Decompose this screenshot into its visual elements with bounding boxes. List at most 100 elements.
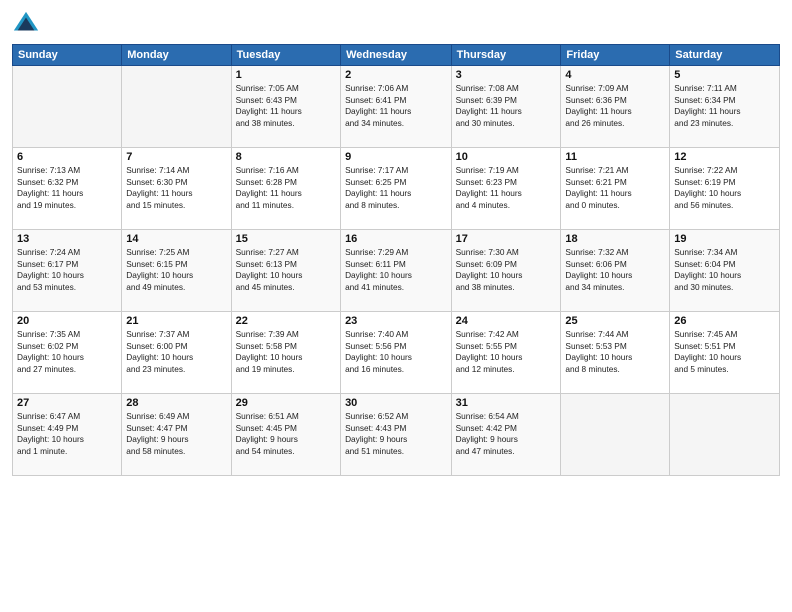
day-info: Sunrise: 7:39 AM Sunset: 5:58 PM Dayligh… [236, 329, 336, 375]
calendar-cell: 25 Sunrise: 7:44 AM Sunset: 5:53 PM Dayli… [561, 312, 670, 394]
calendar-week-row: 1Sunrise: 7:05 AM Sunset: 6:43 PM Daylig… [13, 66, 780, 148]
day-info: Sunrise: 7:21 AM Sunset: 6:21 PM Dayligh… [565, 165, 665, 211]
day-info: Sunrise: 7:27 AM Sunset: 6:13 PM Dayligh… [236, 247, 336, 293]
day-info: Sunrise: 7:25 AM Sunset: 6:15 PM Dayligh… [126, 247, 226, 293]
calendar-cell: 8Sunrise: 7:16 AM Sunset: 6:28 PM Daylig… [231, 148, 340, 230]
calendar-cell [13, 66, 122, 148]
calendar-cell: 4 Sunrise: 7:09 AM Sunset: 6:36 PM Daylig… [561, 66, 670, 148]
calendar-cell: 3 Sunrise: 7:08 AM Sunset: 6:39 PM Daylig… [451, 66, 561, 148]
day-info: Sunrise: 6:47 AM Sunset: 4:49 PM Dayligh… [17, 411, 117, 457]
calendar-cell: 14 Sunrise: 7:25 AM Sunset: 6:15 PM Dayli… [122, 230, 231, 312]
day-number: 22 [236, 315, 336, 327]
calendar-cell: 16 Sunrise: 7:29 AM Sunset: 6:11 PM Dayli… [341, 230, 452, 312]
calendar-cell: 6 Sunrise: 7:13 AM Sunset: 6:32 PM Daylig… [13, 148, 122, 230]
weekday-header: Saturday [670, 45, 780, 66]
logo [12, 10, 44, 38]
day-info: Sunrise: 6:54 AM Sunset: 4:42 PM Dayligh… [456, 411, 557, 457]
calendar-cell: 5Sunrise: 7:11 AM Sunset: 6:34 PM Daylig… [670, 66, 780, 148]
day-number: 7 [126, 151, 226, 163]
day-number: 19 [674, 233, 775, 245]
day-info: Sunrise: 7:32 AM Sunset: 6:06 PM Dayligh… [565, 247, 665, 293]
day-number: 6 [17, 151, 117, 163]
day-number: 16 [345, 233, 447, 245]
day-info: Sunrise: 7:19 AM Sunset: 6:23 PM Dayligh… [456, 165, 557, 211]
day-info: Sunrise: 6:49 AM Sunset: 4:47 PM Dayligh… [126, 411, 226, 457]
day-number: 1 [236, 69, 336, 81]
calendar-cell: 28 Sunrise: 6:49 AM Sunset: 4:47 PM Dayli… [122, 394, 231, 476]
weekday-header: Thursday [451, 45, 561, 66]
day-number: 28 [126, 397, 226, 409]
calendar-cell: 13Sunrise: 7:24 AM Sunset: 6:17 PM Dayli… [13, 230, 122, 312]
day-number: 29 [236, 397, 336, 409]
day-number: 18 [565, 233, 665, 245]
calendar-cell: 12Sunrise: 7:22 AM Sunset: 6:19 PM Dayli… [670, 148, 780, 230]
calendar-header-row: SundayMondayTuesdayWednesdayThursdayFrid… [13, 45, 780, 66]
calendar-cell: 30Sunrise: 6:52 AM Sunset: 4:43 PM Dayli… [341, 394, 452, 476]
calendar-cell [670, 394, 780, 476]
day-number: 17 [456, 233, 557, 245]
calendar-cell: 7Sunrise: 7:14 AM Sunset: 6:30 PM Daylig… [122, 148, 231, 230]
calendar-cell: 29 Sunrise: 6:51 AM Sunset: 4:45 PM Dayli… [231, 394, 340, 476]
day-info: Sunrise: 7:45 AM Sunset: 5:51 PM Dayligh… [674, 329, 775, 375]
calendar-cell: 31 Sunrise: 6:54 AM Sunset: 4:42 PM Dayli… [451, 394, 561, 476]
day-info: Sunrise: 7:09 AM Sunset: 6:36 PM Dayligh… [565, 83, 665, 129]
day-info: Sunrise: 6:52 AM Sunset: 4:43 PM Dayligh… [345, 411, 447, 457]
header [12, 10, 780, 38]
calendar-cell: 18 Sunrise: 7:32 AM Sunset: 6:06 PM Dayli… [561, 230, 670, 312]
calendar-week-row: 27 Sunrise: 6:47 AM Sunset: 4:49 PM Dayli… [13, 394, 780, 476]
calendar-cell: 24Sunrise: 7:42 AM Sunset: 5:55 PM Dayli… [451, 312, 561, 394]
calendar-cell: 26 Sunrise: 7:45 AM Sunset: 5:51 PM Dayli… [670, 312, 780, 394]
day-info: Sunrise: 7:34 AM Sunset: 6:04 PM Dayligh… [674, 247, 775, 293]
calendar-cell: 19 Sunrise: 7:34 AM Sunset: 6:04 PM Dayli… [670, 230, 780, 312]
day-info: Sunrise: 7:11 AM Sunset: 6:34 PM Dayligh… [674, 83, 775, 129]
day-info: Sunrise: 7:35 AM Sunset: 6:02 PM Dayligh… [17, 329, 117, 375]
day-number: 12 [674, 151, 775, 163]
calendar-cell: 23 Sunrise: 7:40 AM Sunset: 5:56 PM Dayli… [341, 312, 452, 394]
calendar-cell: 9Sunrise: 7:17 AM Sunset: 6:25 PM Daylig… [341, 148, 452, 230]
weekday-header: Sunday [13, 45, 122, 66]
day-info: Sunrise: 7:37 AM Sunset: 6:00 PM Dayligh… [126, 329, 226, 375]
day-number: 31 [456, 397, 557, 409]
day-number: 15 [236, 233, 336, 245]
day-number: 13 [17, 233, 117, 245]
day-info: Sunrise: 7:44 AM Sunset: 5:53 PM Dayligh… [565, 329, 665, 375]
day-number: 23 [345, 315, 447, 327]
day-number: 26 [674, 315, 775, 327]
day-number: 27 [17, 397, 117, 409]
day-number: 10 [456, 151, 557, 163]
day-number: 14 [126, 233, 226, 245]
day-number: 11 [565, 151, 665, 163]
day-info: Sunrise: 7:06 AM Sunset: 6:41 PM Dayligh… [345, 83, 447, 129]
day-number: 9 [345, 151, 447, 163]
calendar-cell: 15 Sunrise: 7:27 AM Sunset: 6:13 PM Dayli… [231, 230, 340, 312]
calendar-cell [122, 66, 231, 148]
day-info: Sunrise: 7:08 AM Sunset: 6:39 PM Dayligh… [456, 83, 557, 129]
day-info: Sunrise: 7:42 AM Sunset: 5:55 PM Dayligh… [456, 329, 557, 375]
calendar-table: SundayMondayTuesdayWednesdayThursdayFrid… [12, 44, 780, 476]
day-number: 4 [565, 69, 665, 81]
calendar-cell: 1Sunrise: 7:05 AM Sunset: 6:43 PM Daylig… [231, 66, 340, 148]
calendar-cell: 11 Sunrise: 7:21 AM Sunset: 6:21 PM Dayli… [561, 148, 670, 230]
day-info: Sunrise: 7:30 AM Sunset: 6:09 PM Dayligh… [456, 247, 557, 293]
day-number: 25 [565, 315, 665, 327]
calendar-cell: 20 Sunrise: 7:35 AM Sunset: 6:02 PM Dayli… [13, 312, 122, 394]
calendar-cell: 17 Sunrise: 7:30 AM Sunset: 6:09 PM Dayli… [451, 230, 561, 312]
calendar-cell: 21Sunrise: 7:37 AM Sunset: 6:00 PM Dayli… [122, 312, 231, 394]
day-info: Sunrise: 7:29 AM Sunset: 6:11 PM Dayligh… [345, 247, 447, 293]
day-info: Sunrise: 7:13 AM Sunset: 6:32 PM Dayligh… [17, 165, 117, 211]
weekday-header: Monday [122, 45, 231, 66]
calendar-cell [561, 394, 670, 476]
day-info: Sunrise: 7:40 AM Sunset: 5:56 PM Dayligh… [345, 329, 447, 375]
day-number: 3 [456, 69, 557, 81]
day-info: Sunrise: 7:16 AM Sunset: 6:28 PM Dayligh… [236, 165, 336, 211]
calendar-cell: 10 Sunrise: 7:19 AM Sunset: 6:23 PM Dayli… [451, 148, 561, 230]
day-number: 20 [17, 315, 117, 327]
weekday-header: Tuesday [231, 45, 340, 66]
calendar-cell: 27 Sunrise: 6:47 AM Sunset: 4:49 PM Dayli… [13, 394, 122, 476]
weekday-header: Wednesday [341, 45, 452, 66]
calendar-week-row: 13Sunrise: 7:24 AM Sunset: 6:17 PM Dayli… [13, 230, 780, 312]
calendar-cell: 22 Sunrise: 7:39 AM Sunset: 5:58 PM Dayli… [231, 312, 340, 394]
day-number: 2 [345, 69, 447, 81]
day-info: Sunrise: 6:51 AM Sunset: 4:45 PM Dayligh… [236, 411, 336, 457]
weekday-header: Friday [561, 45, 670, 66]
